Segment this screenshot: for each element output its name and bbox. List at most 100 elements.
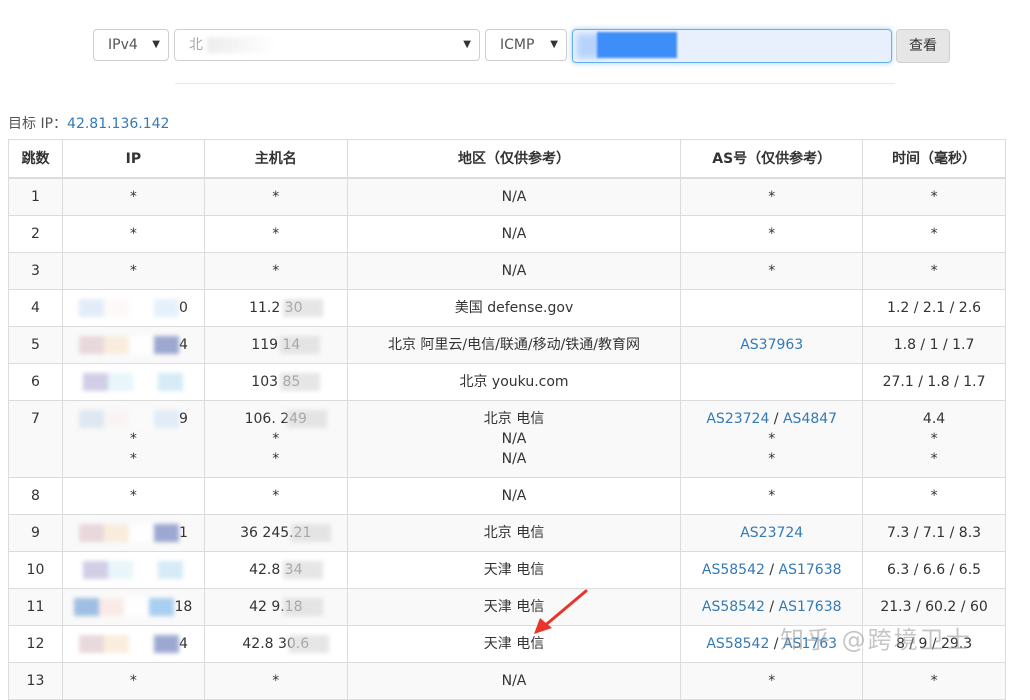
as-link[interactable]: AS58542 (706, 636, 769, 652)
time-value: 1.2 / 2.1 / 2.6 (887, 300, 982, 316)
hop-cell: 1 (8, 177, 63, 216)
hostname-cell: 103 85 (203, 363, 348, 401)
protocol-select[interactable]: ICMP ▼ (485, 29, 567, 61)
region-value: 天津 电信 (483, 599, 545, 615)
as-link[interactable]: AS23724 (740, 525, 803, 541)
time-value: 6.3 / 6.6 / 6.5 (887, 562, 982, 578)
redacted-value (282, 299, 323, 317)
hop-cell: 11 (8, 588, 63, 626)
table-row: 5 4 119 14 北京 阿里云/电信/联通/移动/铁通/教育网 AS37963 1.8… (8, 326, 1006, 364)
hop-number: 11 (26, 599, 45, 615)
time-value: * (930, 226, 938, 242)
hop-cell: 10 (8, 551, 63, 589)
hostname-value: 42.8 34 (205, 560, 347, 580)
as-line: * (681, 261, 862, 281)
as-text: * (768, 488, 776, 504)
header-hop: 跳数 (8, 139, 63, 179)
ip-version-select[interactable]: IPv4 ▼ (93, 29, 169, 61)
as-text: * (768, 189, 776, 205)
hostname-cell: 119 14 (203, 326, 348, 364)
as-link[interactable]: AS37963 (740, 337, 803, 353)
as-line: * (681, 187, 862, 207)
chevron-down-icon: ▼ (550, 39, 558, 50)
as-link[interactable]: AS58542 (702, 599, 765, 615)
as-cell: AS23724 (680, 514, 864, 552)
node-select[interactable]: 北 ▼ (174, 29, 480, 61)
ip-cell: 18 (61, 588, 205, 626)
watermark: 知乎 @跨境卫士 (780, 626, 972, 654)
header-time: 时间（毫秒） (862, 139, 1006, 179)
ip-value (63, 372, 204, 392)
table-row: 7 9 * * 106. 249 * * 北京 电信 N/A N/A AS23724 / AS484… (8, 400, 1006, 478)
hop-number: 9 (31, 525, 40, 541)
hop-number: 10 (26, 562, 45, 578)
hostname-cell: 36 245.21 (203, 514, 348, 552)
ip-value: * (129, 431, 137, 447)
as-link[interactable]: AS17638 (779, 599, 842, 615)
region-cell: 天津 电信 (346, 625, 682, 663)
table-row: 9 1 36 245.21 北京 电信 AS23724 7.3 / 7.1 / 8.3 (8, 514, 1006, 552)
region-value: N/A (501, 263, 527, 279)
redacted-value (291, 524, 332, 542)
redacted-value (282, 561, 323, 579)
redacted-value (83, 561, 184, 579)
table-row: 8 * * N/A * * (8, 477, 1006, 515)
as-link[interactable]: AS58542 (702, 562, 765, 578)
time-cell: 1.2 / 2.1 / 2.6 (862, 289, 1006, 327)
as-cell: AS58542 / AS17638 (680, 551, 864, 589)
ip-value: * (129, 263, 137, 279)
as-line: AS58542 / AS17638 (681, 560, 862, 580)
ip-cell: 0 (61, 289, 205, 327)
hostname-cell: 42.8 34 (203, 551, 348, 589)
time-value: * (930, 488, 938, 504)
redacted-value (282, 598, 323, 616)
chevron-down-icon: ▼ (152, 39, 160, 50)
redacted-value (78, 635, 179, 653)
as-line: AS23724 / AS4847 (681, 409, 862, 429)
ip-value: 1 (63, 523, 204, 543)
time-cell: 6.3 / 6.6 / 6.5 (862, 551, 1006, 589)
as-link[interactable]: AS4847 (783, 411, 837, 427)
protocol-value: ICMP (500, 37, 535, 53)
redacted-value (280, 336, 321, 354)
hostname-value: 42.8 30.6 (205, 634, 347, 654)
time-value: 21.3 / 60.2 / 60 (880, 599, 988, 615)
redacted-value (207, 37, 278, 53)
traceroute-table: 跳数 IP 主机名 地区（仅供参考） AS号（仅供参考） 时间（毫秒） 1 * * N… (8, 139, 1006, 700)
hop-cell: 7 (8, 400, 63, 478)
ip-value: * (129, 226, 137, 242)
hostname-cell: * (203, 177, 348, 216)
as-line (681, 372, 862, 392)
time-value: 1.8 / 1 / 1.7 (893, 337, 975, 353)
time-value: * (930, 263, 938, 279)
header-hostname: 主机名 (203, 139, 348, 179)
region-value: 北京 电信 (483, 525, 545, 541)
ip-value: * (129, 673, 137, 689)
ip-cell: * (61, 252, 205, 290)
view-button[interactable]: 查看 (896, 29, 950, 63)
as-text: * (768, 451, 776, 467)
as-cell: AS23724 / AS4847 * * (680, 400, 864, 478)
time-value: * (930, 189, 938, 205)
region-value: N/A (501, 488, 527, 504)
header-ip: IP (61, 139, 205, 179)
as-link[interactable]: AS23724 (706, 411, 769, 427)
ip-cell: 4 (61, 625, 205, 663)
table-row: 3 * * N/A * * (8, 252, 1006, 290)
region-value: 北京 youku.com (459, 374, 569, 390)
ip-value: 0 (63, 298, 204, 318)
as-text: / (764, 599, 779, 615)
as-link[interactable]: AS17638 (779, 562, 842, 578)
hop-number: 8 (31, 488, 40, 504)
redacted-value (78, 299, 179, 317)
region-value: 天津 电信 (483, 562, 545, 578)
region-cell: 美国 defense.gov (346, 289, 682, 327)
ip-cell: * (61, 215, 205, 253)
divider (175, 83, 895, 84)
redacted-value (78, 336, 179, 354)
target-input[interactable] (572, 29, 892, 63)
time-value: * (930, 431, 938, 447)
as-text: * (768, 431, 776, 447)
region-value: 北京 阿里云/电信/联通/移动/铁通/教育网 (387, 337, 641, 353)
region-cell: 北京 电信 N/A N/A (346, 400, 682, 478)
